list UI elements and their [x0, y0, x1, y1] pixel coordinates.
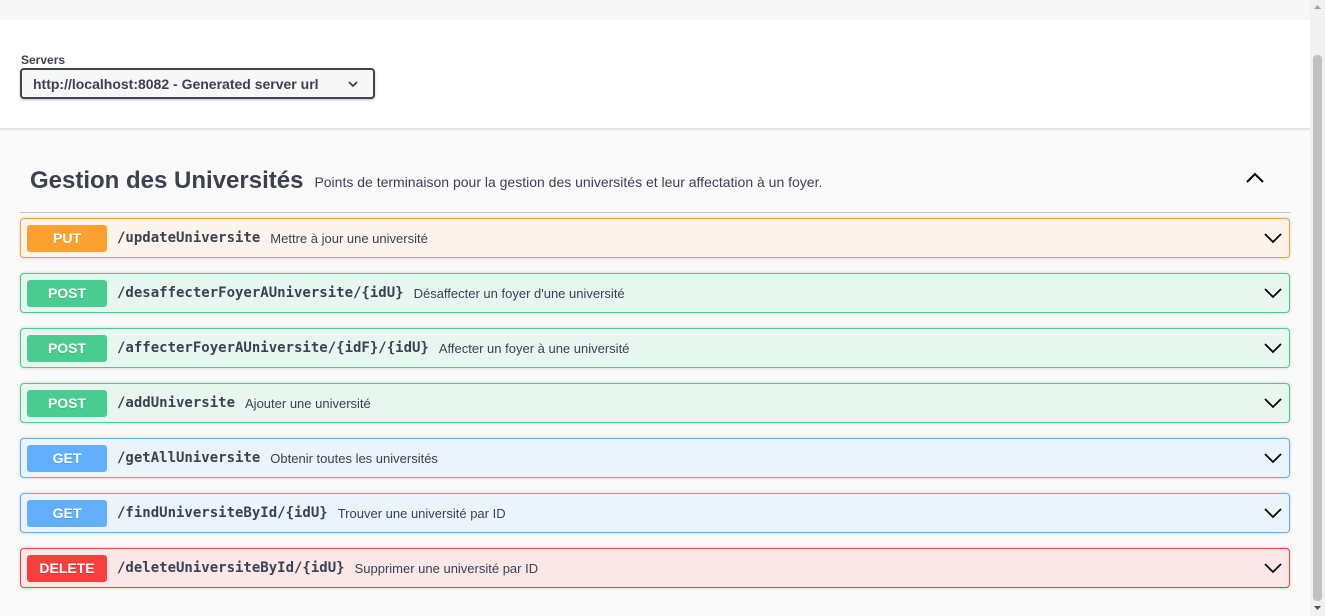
chevron-down-icon[interactable] — [1263, 451, 1283, 465]
operation-summary: Trouver une université par ID — [337, 505, 506, 521]
chevron-down-icon[interactable] — [1263, 341, 1283, 355]
operation-delete-deleteuniversitebyid[interactable]: DELETE /deleteUniversiteById/{idU} Suppr… — [20, 548, 1290, 588]
tag-header[interactable]: Gestion des Universités Points de termin… — [20, 150, 1290, 213]
method-badge: POST — [27, 334, 107, 362]
scroll-down-arrow-icon[interactable] — [1313, 604, 1322, 612]
operation-path: /updateUniversite — [117, 230, 261, 246]
operation-summary: Supprimer une université par ID — [354, 560, 539, 576]
method-badge: POST — [27, 389, 107, 417]
servers-label: Servers — [21, 53, 66, 67]
operation-summary: Affecter un foyer à une université — [438, 340, 630, 356]
scrollbar-thumb[interactable] — [1313, 55, 1322, 601]
operation-summary: Ajouter une université — [245, 395, 371, 411]
operation-path: /getAllUniversite — [117, 450, 261, 466]
servers-section: Servers http://localhost:8082 - Generate… — [0, 20, 1310, 129]
tag-description: Points de terminaison pour la gestion de… — [314, 174, 823, 190]
scroll-up-arrow-icon[interactable] — [1313, 3, 1322, 11]
swagger-page: Servers http://localhost:8082 - Generate… — [0, 0, 1310, 616]
operation-path: /desaffecterFoyerAUniversite/{idU} — [117, 285, 404, 301]
operation-get-getalluniversite[interactable]: GET /getAllUniversite Obtenir toutes les… — [20, 438, 1290, 478]
chevron-up-icon[interactable] — [1244, 170, 1266, 186]
operation-summary: Désaffecter un foyer d'une université — [413, 285, 625, 301]
chevron-down-icon[interactable] — [1263, 396, 1283, 410]
operation-put-updateuniversite[interactable]: PUT /updateUniversite Mettre à jour une … — [20, 218, 1290, 258]
chevron-down-icon[interactable] — [1263, 286, 1283, 300]
operation-get-finduniversitebyid[interactable]: GET /findUniversiteById/{idU} Trouver un… — [20, 493, 1290, 533]
chevron-down-icon[interactable] — [1263, 561, 1283, 575]
server-select[interactable]: http://localhost:8082 - Generated server… — [20, 68, 375, 99]
operation-path: /deleteUniversiteById/{idU} — [117, 560, 345, 576]
operation-path: /affecterFoyerAUniversite/{idF}/{idU} — [117, 340, 429, 356]
operation-path: /findUniversiteById/{idU} — [117, 505, 328, 521]
operation-post-desaffecterfoyer[interactable]: POST /desaffecterFoyerAUniversite/{idU} … — [20, 273, 1290, 313]
tag-title: Gestion des Universités — [30, 167, 304, 194]
method-badge: POST — [27, 279, 107, 307]
method-badge: GET — [27, 499, 107, 527]
operation-post-affecterfoyer[interactable]: POST /affecterFoyerAUniversite/{idF}/{id… — [20, 328, 1290, 368]
chevron-down-icon — [348, 81, 358, 88]
server-select-value: http://localhost:8082 - Generated server… — [33, 75, 319, 92]
chevron-down-icon[interactable] — [1263, 506, 1283, 520]
chevron-down-icon[interactable] — [1263, 231, 1283, 245]
method-badge: DELETE — [27, 554, 107, 582]
operation-post-adduniversite[interactable]: POST /addUniversite Ajouter une universi… — [20, 383, 1290, 423]
top-strip — [0, 0, 1310, 20]
method-badge: GET — [27, 444, 107, 472]
operation-summary: Mettre à jour une université — [270, 230, 428, 246]
operation-summary: Obtenir toutes les universités — [270, 450, 438, 466]
operation-path: /addUniversite — [117, 395, 236, 411]
vertical-scrollbar[interactable] — [1310, 0, 1325, 616]
method-badge: PUT — [27, 224, 107, 252]
